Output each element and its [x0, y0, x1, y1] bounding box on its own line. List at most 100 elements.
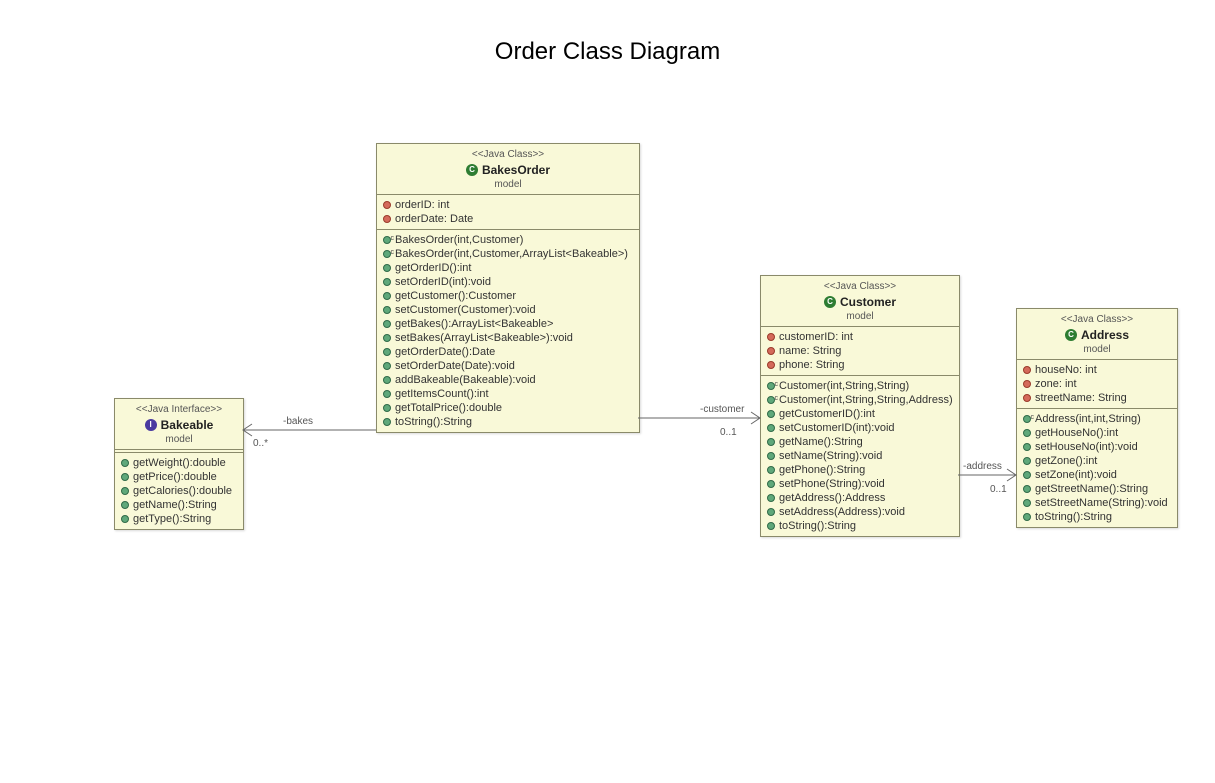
attribute-row: zone: int	[1023, 377, 1171, 391]
member-text: zone: int	[1035, 378, 1077, 390]
operation-icon	[1023, 443, 1031, 451]
constructor-icon	[383, 236, 391, 244]
operation-icon	[1023, 513, 1031, 521]
member-text: setCustomer(Customer):void	[395, 304, 536, 316]
class-name: C BakesOrder	[466, 162, 550, 178]
stereotype: <<Java Class>>	[767, 280, 953, 294]
operation-row: BakesOrder(int,Customer)	[383, 233, 633, 247]
operation-icon	[767, 508, 775, 516]
operation-row: toString():String	[1023, 510, 1171, 524]
member-text: BakesOrder(int,Customer,ArrayList<Bakeab…	[395, 248, 628, 260]
member-text: getCustomerID():int	[779, 408, 875, 420]
member-text: getWeight():double	[133, 457, 226, 469]
attribute-icon	[767, 347, 775, 355]
member-text: toString():String	[779, 520, 856, 532]
operation-row: getPhone():String	[767, 463, 953, 477]
operation-icon	[121, 501, 129, 509]
class-name-text: Address	[1081, 327, 1129, 343]
class-header: <<Java Class>> C Address model	[1017, 309, 1177, 360]
mult-label-address: 0..1	[990, 484, 1007, 495]
assoc-label-bakes: -bakes	[283, 416, 313, 427]
operation-row: getAddress():Address	[767, 491, 953, 505]
op-section: BakesOrder(int,Customer)BakesOrder(int,C…	[377, 230, 639, 432]
operation-row: toString():String	[383, 415, 633, 429]
operation-icon	[767, 480, 775, 488]
member-text: toString():String	[1035, 511, 1112, 523]
class-name-text: BakesOrder	[482, 162, 550, 178]
operation-icon	[383, 418, 391, 426]
member-text: getAddress():Address	[779, 492, 885, 504]
operation-row: getBakes():ArrayList<Bakeable>	[383, 317, 633, 331]
attribute-row: customerID: int	[767, 330, 953, 344]
member-text: getOrderID():int	[395, 262, 471, 274]
member-text: orderDate: Date	[395, 213, 473, 225]
operation-icon	[383, 320, 391, 328]
operation-icon	[383, 334, 391, 342]
attribute-icon	[1023, 366, 1031, 374]
operation-row: getHouseNo():int	[1023, 426, 1171, 440]
member-text: getPhone():String	[779, 464, 865, 476]
operation-row: setOrderID(int):void	[383, 275, 633, 289]
operation-row: setBakes(ArrayList<Bakeable>):void	[383, 331, 633, 345]
class-header: <<Java Class>> C Customer model	[761, 276, 959, 327]
operation-row: getOrderDate():Date	[383, 345, 633, 359]
operation-icon	[121, 515, 129, 523]
operation-row: getOrderID():int	[383, 261, 633, 275]
member-text: setOrderID(int):void	[395, 276, 491, 288]
operation-row: setHouseNo(int):void	[1023, 440, 1171, 454]
operation-row: toString():String	[767, 519, 953, 533]
member-text: getItemsCount():int	[395, 388, 489, 400]
operation-row: getItemsCount():int	[383, 387, 633, 401]
member-text: setName(String):void	[779, 450, 882, 462]
operation-icon	[1023, 499, 1031, 507]
member-text: setZone(int):void	[1035, 469, 1117, 481]
assoc-label-address: -address	[963, 461, 1002, 472]
member-text: setBakes(ArrayList<Bakeable>):void	[395, 332, 573, 344]
class-header: <<Java Class>> C BakesOrder model	[377, 144, 639, 195]
operation-row: setZone(int):void	[1023, 468, 1171, 482]
attribute-row: houseNo: int	[1023, 363, 1171, 377]
operation-icon	[1023, 429, 1031, 437]
operation-icon	[767, 452, 775, 460]
operation-row: Customer(int,String,String)	[767, 379, 953, 393]
attribute-row: streetName: String	[1023, 391, 1171, 405]
package-label: model	[1023, 343, 1171, 357]
package-label: model	[383, 178, 633, 192]
operation-row: getWeight():double	[121, 456, 237, 470]
class-customer: <<Java Class>> C Customer model customer…	[760, 275, 960, 537]
class-header: <<Java Interface>> I Bakeable model	[115, 399, 243, 450]
operation-row: setName(String):void	[767, 449, 953, 463]
stereotype: <<Java Class>>	[383, 148, 633, 162]
operation-row: getType():String	[121, 512, 237, 526]
operation-icon	[383, 362, 391, 370]
attribute-icon	[767, 361, 775, 369]
operation-row: getCalories():double	[121, 484, 237, 498]
operation-icon	[1023, 471, 1031, 479]
operation-icon	[1023, 485, 1031, 493]
attribute-row: orderID: int	[383, 198, 633, 212]
operation-icon	[383, 390, 391, 398]
class-name: C Address	[1065, 327, 1129, 343]
class-bakeable: <<Java Interface>> I Bakeable model getW…	[114, 398, 244, 530]
operation-row: setCustomerID(int):void	[767, 421, 953, 435]
operation-icon	[383, 404, 391, 412]
class-name-text: Customer	[840, 294, 896, 310]
member-text: houseNo: int	[1035, 364, 1097, 376]
member-text: setAddress(Address):void	[779, 506, 905, 518]
operation-icon	[383, 376, 391, 384]
interface-icon: I	[145, 419, 157, 431]
operation-icon	[767, 522, 775, 530]
attr-section: orderID: intorderDate: Date	[377, 195, 639, 230]
assoc-label-customer: -customer	[700, 404, 744, 415]
member-text: getHouseNo():int	[1035, 427, 1118, 439]
class-name-text: Bakeable	[161, 417, 214, 433]
class-icon: C	[1065, 329, 1077, 341]
package-label: model	[121, 433, 237, 447]
package-label: model	[767, 310, 953, 324]
mult-label-customer: 0..1	[720, 427, 737, 438]
operation-row: getCustomerID():int	[767, 407, 953, 421]
member-text: getTotalPrice():double	[395, 402, 502, 414]
member-text: streetName: String	[1035, 392, 1127, 404]
op-section: Address(int,int,String)getHouseNo():ints…	[1017, 409, 1177, 527]
operation-row: getTotalPrice():double	[383, 401, 633, 415]
